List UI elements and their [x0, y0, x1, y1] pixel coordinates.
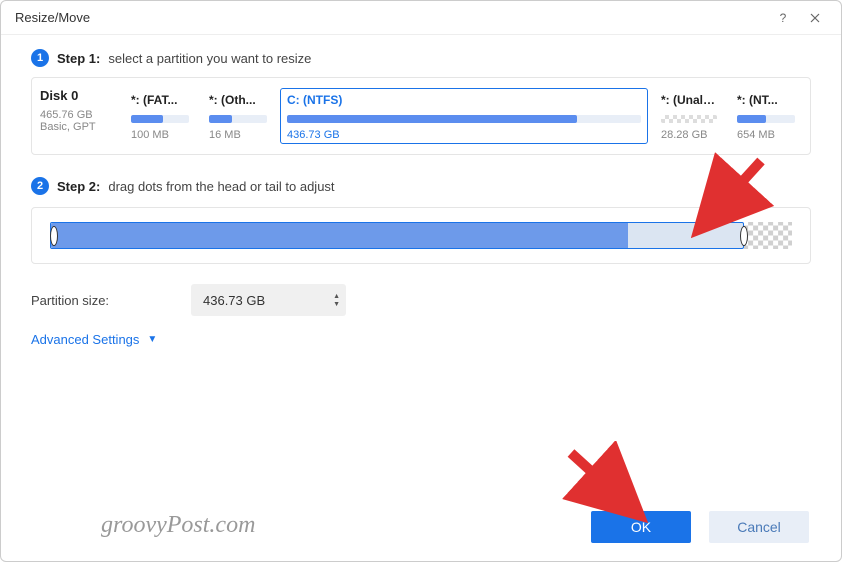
close-icon[interactable] [799, 1, 831, 34]
stepper-icon[interactable]: ▲▼ [333, 293, 340, 308]
step1-badge: 1 [31, 49, 49, 67]
resize-move-dialog: Resize/Move ? 1 Step 1: select a partiti… [0, 0, 842, 562]
partition-name: *: (Oth... [209, 93, 267, 107]
partition-size-input[interactable]: 436.73 GB ▲▼ [191, 284, 346, 316]
partition-size: 654 MB [737, 129, 795, 141]
advanced-settings-toggle[interactable]: Advanced Settings ▼ [31, 332, 811, 347]
partition-name: *: (NT... [737, 93, 795, 107]
slider-handle-right[interactable] [740, 226, 748, 246]
chevron-down-icon: ▼ [147, 334, 157, 345]
resize-slider-container [31, 207, 811, 264]
partition-bar [737, 115, 795, 123]
partition-name: *: (Unallo... [661, 93, 717, 107]
step2-badge: 2 [31, 177, 49, 195]
step1-desc: select a partition you want to resize [108, 51, 311, 66]
partition-selector: Disk 0 465.76 GB Basic, GPT *: (FAT... 1… [31, 77, 811, 155]
window-title: Resize/Move [15, 10, 767, 25]
ok-button[interactable]: OK [591, 511, 691, 543]
watermark-text: groovyPost.com [101, 512, 255, 539]
help-icon[interactable]: ? [767, 1, 799, 34]
partition-item[interactable]: *: (Unallo... 28.28 GB [654, 88, 724, 144]
partition-item-selected[interactable]: C: (NTFS) 436.73 GB [280, 88, 648, 144]
disk-name: Disk 0 [40, 88, 114, 103]
partition-item[interactable]: *: (NT... 654 MB [730, 88, 802, 144]
partition-name: *: (FAT... [131, 93, 189, 107]
partition-size-label: Partition size: [31, 293, 131, 308]
partition-bar [287, 115, 641, 123]
slider-used-fill [51, 223, 628, 248]
partition-size: 436.73 GB [287, 129, 641, 141]
step2-desc: drag dots from the head or tail to adjus… [108, 179, 334, 194]
partition-size-row: Partition size: 436.73 GB ▲▼ [31, 284, 811, 316]
slider-range [50, 222, 744, 249]
partition-size: 16 MB [209, 129, 267, 141]
partition-size: 28.28 GB [661, 129, 717, 141]
dialog-footer: OK Cancel [591, 511, 809, 543]
step2-label: Step 2: [57, 179, 100, 194]
titlebar: Resize/Move ? [1, 1, 841, 35]
resize-slider[interactable] [50, 222, 792, 249]
step2-header: 2 Step 2: drag dots from the head or tai… [31, 177, 811, 195]
partition-item[interactable]: *: (FAT... 100 MB [124, 88, 196, 144]
slider-handle-left[interactable] [50, 226, 58, 246]
cancel-button[interactable]: Cancel [709, 511, 809, 543]
partition-bar [209, 115, 267, 123]
step1-header: 1 Step 1: select a partition you want to… [31, 49, 811, 67]
partition-bar [131, 115, 189, 123]
disk-size: 465.76 GB [40, 109, 114, 121]
disk-info: Disk 0 465.76 GB Basic, GPT [40, 88, 118, 144]
partition-item[interactable]: *: (Oth... 16 MB [202, 88, 274, 144]
partition-size: 100 MB [131, 129, 189, 141]
slider-unallocated-region [744, 222, 792, 249]
disk-type: Basic, GPT [40, 121, 114, 133]
step1-label: Step 1: [57, 51, 100, 66]
partition-size-value: 436.73 GB [203, 293, 265, 308]
partition-name: C: (NTFS) [287, 93, 641, 107]
partition-bar-unallocated [661, 115, 717, 123]
advanced-settings-label: Advanced Settings [31, 332, 139, 347]
